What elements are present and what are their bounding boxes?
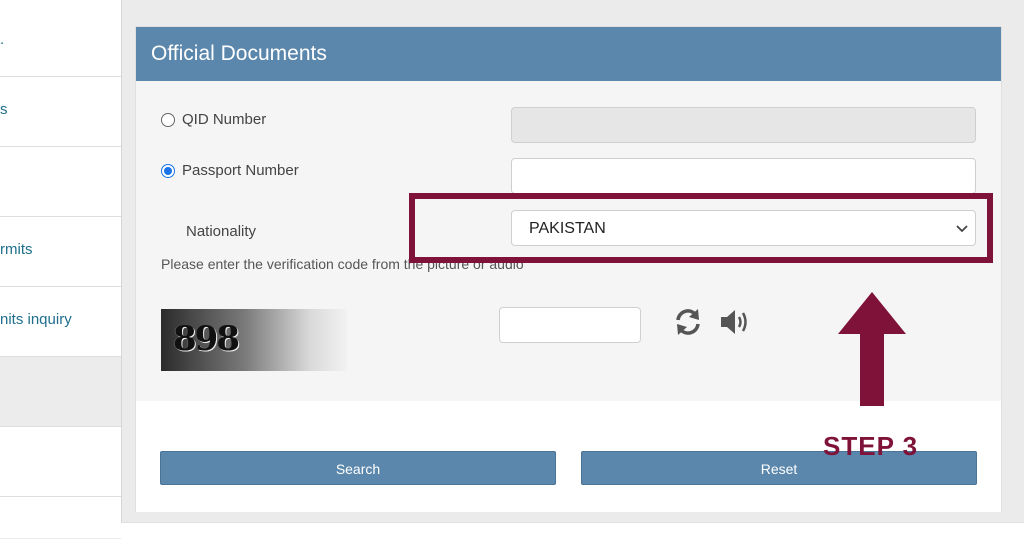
passport-option[interactable]: Passport Number [161,162,299,179]
sidebar-item-label: rmits [0,241,33,258]
qid-label: QID Number [182,111,267,128]
nationality-label: Nationality [186,223,257,240]
panel-title: Official Documents [136,27,1001,81]
passport-input[interactable] [511,158,976,194]
sidebar-item-permits[interactable]: rmits [0,217,121,287]
sidebar-item-label: nits inquiry [0,311,72,328]
up-arrow-icon [838,292,906,406]
sidebar-item-1[interactable]: . [0,7,121,77]
audio-icon[interactable] [717,305,751,339]
search-button[interactable]: Search [160,451,556,485]
passport-radio[interactable] [161,163,175,178]
sidebar-item-active[interactable] [0,357,121,427]
captcha-image: 898 [161,309,347,371]
captcha-code: 898 [173,319,240,359]
captcha-input[interactable] [499,307,641,343]
step-highlight-box [409,193,993,263]
step-label: STEP 3 [823,431,919,461]
qid-input[interactable] [511,107,976,143]
qid-option[interactable]: QID Number [161,111,266,128]
sidebar-item-permits-inquiry[interactable]: nits inquiry [0,287,121,357]
sidebar-item-7[interactable] [0,427,121,497]
passport-label: Passport Number [182,162,299,179]
sidebar-item-3[interactable] [0,147,121,217]
qid-radio[interactable] [161,112,175,127]
sidebar: . s rmits nits inquiry [0,0,122,538]
sidebar-item-label: s [0,101,8,118]
sidebar-item-2[interactable]: s [0,77,121,147]
content-footer [121,522,1024,539]
sidebar-item-label: . [0,31,5,48]
refresh-icon[interactable] [671,305,705,339]
